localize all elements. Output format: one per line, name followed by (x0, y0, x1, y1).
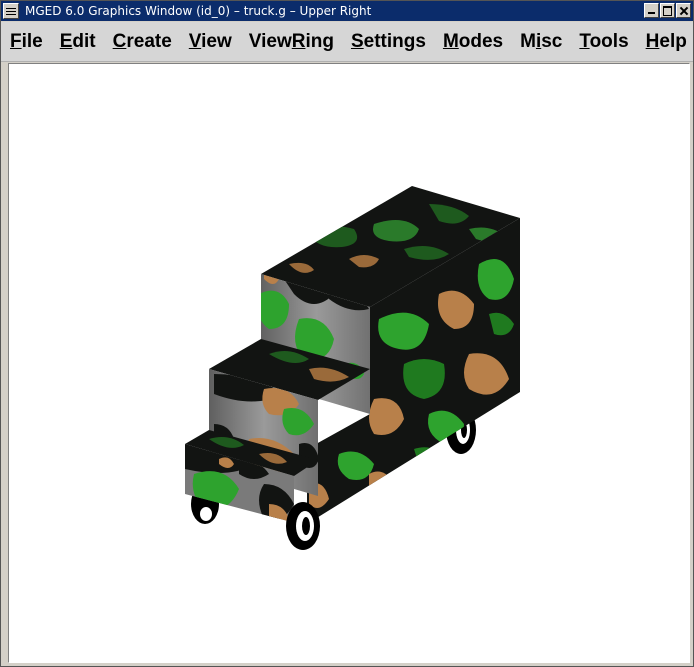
menu-label-rest: ools (589, 30, 629, 52)
menu-label-rest: dit (72, 30, 96, 52)
wheel-front-right (286, 502, 320, 550)
graphics-canvas[interactable] (8, 63, 690, 663)
menu-mnemonic: R (291, 30, 306, 52)
menu-mnemonic: T (579, 30, 590, 52)
title-buttons (644, 3, 691, 18)
menu-mnemonic: C (112, 30, 127, 52)
menu-viewring[interactable]: ViewRing (249, 31, 334, 53)
menu-label-rest: iew (201, 30, 232, 52)
menu-help[interactable]: Help (646, 31, 687, 53)
menu-file[interactable]: File (10, 31, 43, 53)
menu-settings[interactable]: Settings (351, 31, 426, 53)
menu-label-rest: sc (541, 30, 563, 52)
menu-tools[interactable]: Tools (579, 31, 628, 53)
menu-mnemonic: H (645, 30, 660, 52)
menu-mnemonic: S (350, 30, 364, 52)
minimize-icon[interactable] (644, 3, 659, 18)
menu-mnemonic: V (188, 30, 202, 52)
menu-misc[interactable]: Misc (520, 31, 562, 53)
menu-label-rest: ettings (363, 30, 426, 52)
menu-label-rest: ile (21, 30, 43, 52)
menu-create[interactable]: Create (113, 31, 172, 53)
close-icon[interactable] (676, 3, 691, 18)
window-title: MGED 6.0 Graphics Window (id_0) – truck.… (25, 4, 372, 18)
mged-graphics-window: MGED 6.0 Graphics Window (id_0) – truck.… (0, 0, 694, 667)
menu-label-rest: reate (126, 30, 172, 52)
system-menu-icon[interactable] (3, 3, 19, 19)
menu-label-rest: ing (305, 30, 334, 52)
menu-label-rest: elp (659, 30, 687, 52)
menu-bar: File Edit Create View ViewRing Settings Modes M… (1, 22, 693, 62)
menu-mnemonic: E (59, 30, 73, 52)
menu-view[interactable]: View (189, 31, 232, 53)
menu-label-prefix: M (520, 30, 536, 52)
menu-modes[interactable]: Modes (443, 31, 503, 53)
menu-mnemonic: M (442, 30, 459, 52)
maximize-icon[interactable] (660, 3, 675, 18)
title-bar[interactable]: MGED 6.0 Graphics Window (id_0) – truck.… (1, 1, 693, 21)
menu-label-rest: odes (458, 30, 504, 52)
menu-mnemonic: F (10, 30, 22, 52)
menu-label-prefix: View (248, 30, 292, 52)
menu-edit[interactable]: Edit (60, 31, 96, 53)
truck-render (185, 186, 520, 550)
